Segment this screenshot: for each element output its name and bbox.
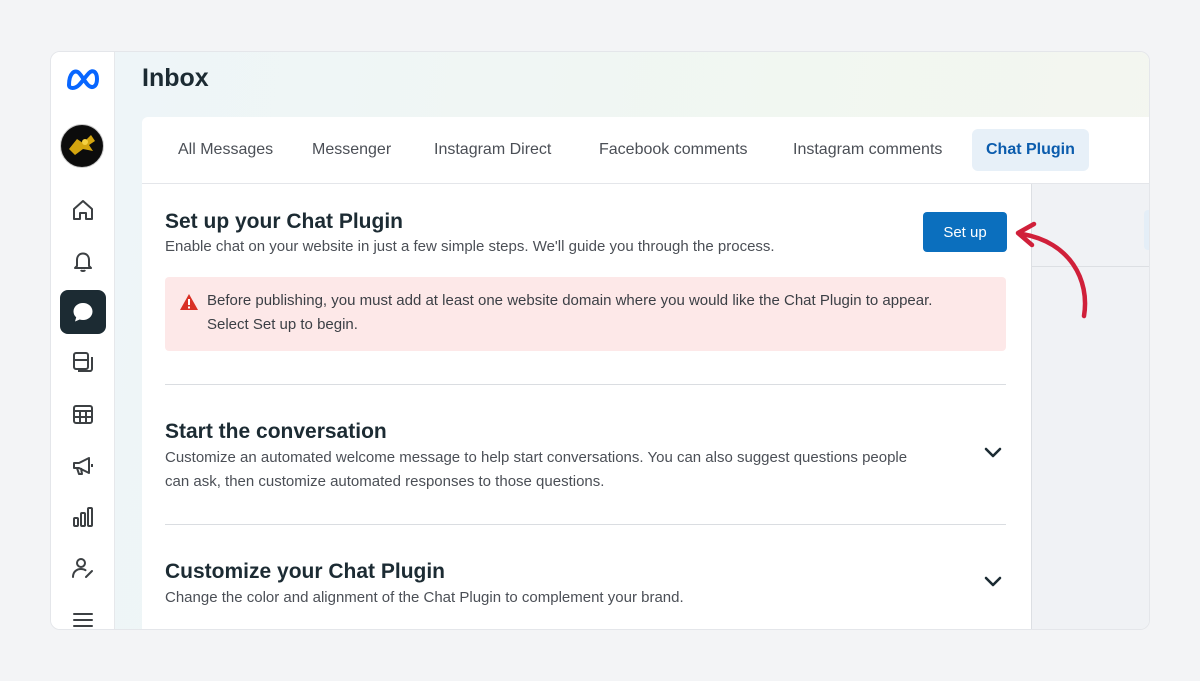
section-description-start-conversation: Customize an automated welcome message t… bbox=[165, 449, 908, 490]
annotation-arrow-icon bbox=[1015, 221, 1088, 319]
divider bbox=[165, 384, 1006, 385]
page-title: Inbox bbox=[142, 64, 209, 92]
tab-all-messages[interactable]: All Messages bbox=[164, 129, 287, 171]
divider bbox=[165, 524, 1006, 525]
setup-description: Enable chat on your website in just a fe… bbox=[165, 238, 775, 255]
main-area: Inbox All Messages Messenger Instagram D… bbox=[115, 52, 1149, 629]
tab-messenger[interactable]: Messenger bbox=[298, 129, 405, 171]
sidebar bbox=[51, 52, 115, 629]
chat-plugin-panel: Set up your Chat Plugin Enable chat on y… bbox=[142, 184, 1032, 629]
inbox-tabs: All Messages Messenger Instagram Direct … bbox=[142, 117, 1149, 184]
chevron-down-icon[interactable] bbox=[980, 569, 1006, 595]
section-title-customize-plugin[interactable]: Customize your Chat Plugin bbox=[165, 560, 445, 584]
bell-icon[interactable] bbox=[60, 239, 106, 283]
posts-icon[interactable] bbox=[60, 340, 106, 384]
setup-title: Set up your Chat Plugin bbox=[165, 210, 404, 233]
alert-text: Before publishing, you must add at least… bbox=[207, 292, 933, 333]
home-icon[interactable] bbox=[60, 188, 106, 232]
warning-icon bbox=[180, 294, 198, 310]
chat-bubble-icon[interactable] bbox=[60, 290, 106, 334]
set-up-button[interactable]: Set up bbox=[923, 212, 1007, 252]
tab-facebook-comments[interactable]: Facebook comments bbox=[585, 129, 762, 171]
tab-instagram-comments[interactable]: Instagram comments bbox=[779, 129, 956, 171]
menu-icon[interactable] bbox=[60, 598, 106, 629]
tab-chat-plugin[interactable]: Chat Plugin bbox=[972, 129, 1089, 171]
meta-logo-icon[interactable] bbox=[63, 65, 103, 93]
chevron-down-icon[interactable] bbox=[980, 440, 1006, 466]
tab-instagram-direct[interactable]: Instagram Direct bbox=[420, 129, 565, 171]
user-edit-icon[interactable] bbox=[60, 546, 106, 590]
section-description-customize-plugin: Change the color and alignment of the Ch… bbox=[165, 589, 684, 606]
bar-chart-icon[interactable] bbox=[60, 495, 106, 539]
avatar[interactable] bbox=[60, 124, 104, 168]
app-window: Inbox All Messages Messenger Instagram D… bbox=[50, 51, 1150, 630]
alert-banner: Before publishing, you must add at least… bbox=[165, 277, 1006, 351]
section-title-start-conversation[interactable]: Start the conversation bbox=[165, 420, 387, 444]
right-pane-control bbox=[1144, 210, 1149, 250]
calendar-grid-icon[interactable] bbox=[60, 392, 106, 436]
megaphone-icon[interactable] bbox=[60, 444, 106, 488]
